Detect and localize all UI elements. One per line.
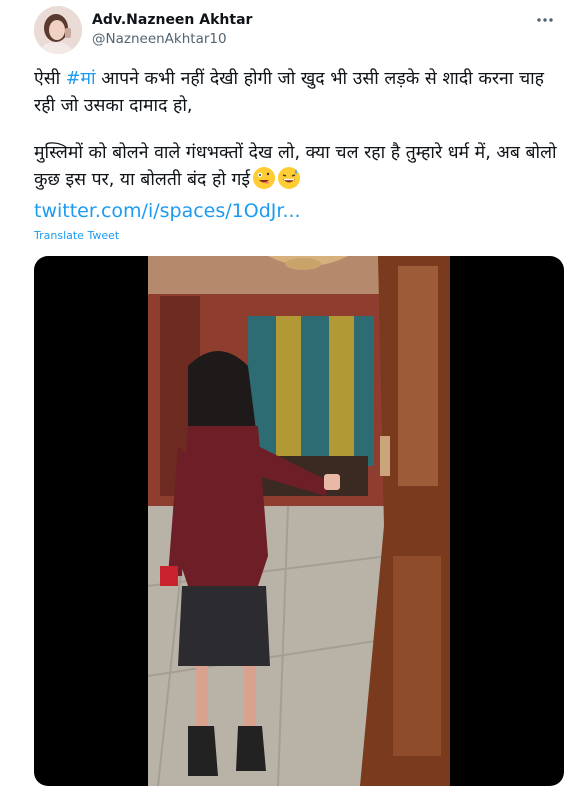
tweet-text-suffix: आपने कभी नहीं देखी होगी जो खुद भी उसी लड… [34,69,545,116]
video-player[interactable] [34,256,564,786]
tweet-paragraph-2: मुस्लिमों को बोलने वाले गंधभक्तों देख लो… [34,140,569,194]
tweet[interactable]: Adv.Nazneen Akhtar @NazneenAkhtar10 ऐसी … [0,0,581,788]
tweet-text: ऐसी #मां आपने कभी नहीं देखी होगी जो खुद … [34,66,569,194]
more-options-button[interactable] [531,6,559,34]
more-horizontal-icon [537,18,553,22]
tweet-paragraph-1: ऐसी #मां आपने कभी नहीं देखी होगी जो खुद … [34,66,569,120]
author-handle[interactable]: @NazneenAkhtar10 [92,31,227,47]
avatar-image [34,6,82,54]
video-frame[interactable] [148,256,450,786]
avatar[interactable] [34,6,82,54]
translate-tweet-link[interactable]: Translate Tweet [34,229,119,242]
spaces-link[interactable]: twitter.com/i/spaces/1OdJr... [34,200,301,222]
hashtag-link[interactable]: #मां [66,69,96,89]
grinning-sweat-emoji [278,167,301,189]
video-thumbnail [148,256,450,786]
author-name[interactable]: Adv.Nazneen Akhtar [92,12,252,28]
zany-face-emoji [253,167,276,189]
tweet-text-prefix: ऐसी [34,69,66,89]
